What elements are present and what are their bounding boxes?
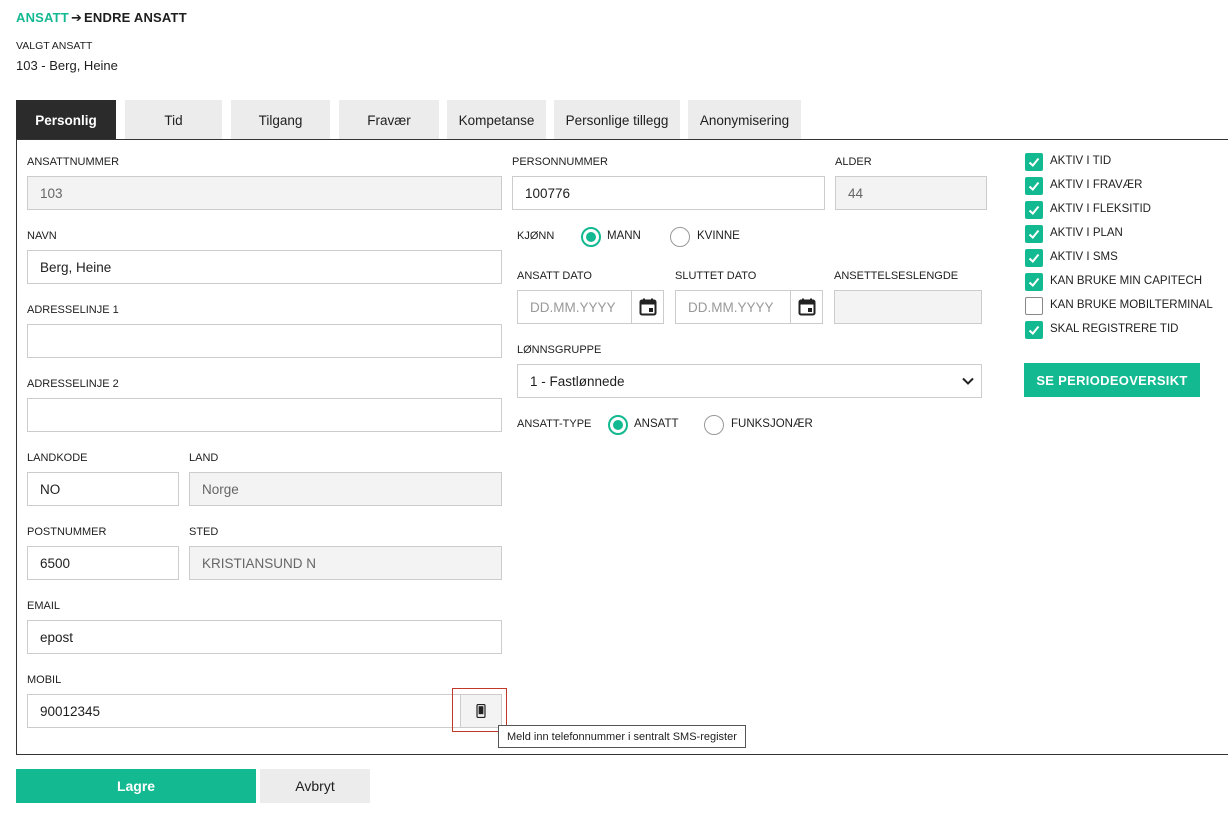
landkode-label: LANDKODE bbox=[27, 452, 88, 464]
checkbox[interactable] bbox=[1025, 297, 1043, 315]
checkbox-label[interactable]: AKTIV I FLEKSITID bbox=[1050, 203, 1151, 215]
sted-field[interactable]: KRISTIANSUND N bbox=[189, 546, 502, 580]
ansatt-dato-calendar-button[interactable] bbox=[631, 290, 664, 324]
postnummer-field[interactable]: 6500 bbox=[27, 546, 179, 580]
tab-personlig[interactable]: Personlig bbox=[16, 100, 116, 140]
tab-personlige-tillegg[interactable]: Personlige tillegg bbox=[554, 100, 680, 140]
mobil-label: MOBIL bbox=[27, 674, 62, 686]
checkmark-icon bbox=[1028, 277, 1040, 287]
tooltip: Meld inn telefonnummer i sentralt SMS-re… bbox=[498, 725, 746, 748]
checkbox-label[interactable]: KAN BRUKE MOBILTERMINAL bbox=[1050, 299, 1213, 311]
checkbox[interactable] bbox=[1025, 225, 1043, 243]
checkmark-icon bbox=[1028, 229, 1040, 239]
ansatt-type-ansatt-label[interactable]: ANSATT bbox=[634, 418, 679, 430]
kjonn-label: KJØNN bbox=[517, 230, 555, 242]
ansatt-dato-label: ANSATT DATO bbox=[517, 270, 592, 282]
checkmark-icon bbox=[1028, 253, 1040, 263]
tab-tilgang[interactable]: Tilgang bbox=[231, 100, 330, 140]
cancel-button[interactable]: Avbryt bbox=[260, 769, 370, 803]
tab-anonymisering[interactable]: Anonymisering bbox=[688, 100, 801, 140]
email-field[interactable]: epost bbox=[27, 620, 502, 654]
tab-fravaer[interactable]: Fravær bbox=[339, 100, 439, 140]
checkbox[interactable] bbox=[1025, 249, 1043, 267]
sluttet-dato-field[interactable]: DD.MM.YYYY bbox=[675, 290, 791, 324]
ansettelseslengde-label: ANSETTELSESLENGDE bbox=[834, 270, 959, 282]
ansattnummer-label: ANSATTNUMMER bbox=[27, 156, 120, 168]
breadcrumb-parent[interactable]: ANSATT bbox=[16, 10, 69, 25]
checkbox[interactable] bbox=[1025, 273, 1043, 291]
checkbox[interactable] bbox=[1025, 153, 1043, 171]
checkmark-icon bbox=[1028, 181, 1040, 191]
checkmark-icon bbox=[1028, 325, 1040, 335]
landkode-field[interactable]: NO bbox=[27, 472, 179, 506]
tab-tid[interactable]: Tid bbox=[125, 100, 222, 140]
selected-employee-label: VALGT ANSATT bbox=[16, 40, 93, 52]
kjonn-kvinne-label[interactable]: KVINNE bbox=[697, 230, 740, 242]
land-field[interactable]: Norge bbox=[189, 472, 502, 506]
checkbox-label[interactable]: KAN BRUKE MIN CAPITECH bbox=[1050, 275, 1202, 287]
email-label: EMAIL bbox=[27, 600, 61, 612]
chevron-down-icon bbox=[962, 377, 974, 385]
ansatt-type-label: ANSATT-TYPE bbox=[517, 418, 592, 430]
breadcrumb: ANSATT ➔ ENDRE ANSATT bbox=[16, 10, 187, 26]
selected-employee-value: 103 - Berg, Heine bbox=[16, 58, 118, 73]
breadcrumb-current: ENDRE ANSATT bbox=[84, 10, 187, 25]
adresse2-label: ADRESSELINJE 2 bbox=[27, 378, 119, 390]
checkbox[interactable] bbox=[1025, 321, 1043, 339]
calendar-icon bbox=[798, 298, 815, 316]
ansettelseslengde-field[interactable] bbox=[834, 290, 982, 324]
sluttet-dato-label: SLUTTET DATO bbox=[675, 270, 757, 282]
lonnsgruppe-select[interactable]: 1 - Fastlønnede bbox=[517, 364, 982, 398]
checkbox-label[interactable]: AKTIV I FRAVÆR bbox=[1050, 179, 1142, 191]
postnummer-label: POSTNUMMER bbox=[27, 526, 107, 538]
adresse1-field[interactable] bbox=[27, 324, 502, 358]
kjonn-mann-label[interactable]: MANN bbox=[607, 230, 641, 242]
sted-label: STED bbox=[189, 526, 219, 538]
adresse1-label: ADRESSELINJE 1 bbox=[27, 304, 119, 316]
save-button[interactable]: Lagre bbox=[16, 769, 256, 803]
personnummer-field[interactable]: 100776 bbox=[512, 176, 825, 210]
checkbox[interactable] bbox=[1025, 201, 1043, 219]
ansatt-type-ansatt-radio[interactable] bbox=[608, 415, 628, 435]
checkmark-icon bbox=[1028, 157, 1040, 167]
lonnsgruppe-label: LØNNSGRUPPE bbox=[517, 344, 602, 356]
checkbox-label[interactable]: SKAL REGISTRERE TID bbox=[1050, 323, 1178, 335]
tab-kompetanse[interactable]: Kompetanse bbox=[447, 100, 546, 140]
sluttet-dato-calendar-button[interactable] bbox=[790, 290, 823, 324]
checkbox-label[interactable]: AKTIV I PLAN bbox=[1050, 227, 1123, 239]
ansattnummer-field[interactable]: 103 bbox=[27, 176, 502, 210]
calendar-icon bbox=[639, 298, 656, 316]
land-label: LAND bbox=[189, 452, 219, 464]
ansatt-type-funksjonaer-radio[interactable] bbox=[704, 415, 724, 435]
checkbox[interactable] bbox=[1025, 177, 1043, 195]
adresse2-field[interactable] bbox=[27, 398, 502, 432]
kjonn-mann-radio[interactable] bbox=[581, 227, 601, 247]
alder-field[interactable]: 44 bbox=[835, 176, 987, 210]
lonnsgruppe-value: 1 - Fastlønnede bbox=[530, 373, 625, 389]
alder-label: ALDER bbox=[835, 156, 872, 168]
arrow-right-icon: ➔ bbox=[70, 10, 83, 25]
ansatt-dato-field[interactable]: DD.MM.YYYY bbox=[517, 290, 632, 324]
checkbox-label[interactable]: AKTIV I TID bbox=[1050, 155, 1111, 167]
navn-field[interactable]: Berg, Heine bbox=[27, 250, 502, 284]
kjonn-kvinne-radio[interactable] bbox=[670, 227, 690, 247]
checkmark-icon bbox=[1028, 205, 1040, 215]
period-overview-button[interactable]: SE PERIODEOVERSIKT bbox=[1024, 363, 1200, 397]
personnummer-label: PERSONNUMMER bbox=[512, 156, 608, 168]
checkbox-label[interactable]: AKTIV I SMS bbox=[1050, 251, 1118, 263]
navn-label: NAVN bbox=[27, 230, 57, 242]
mobil-field[interactable]: 90012345 bbox=[27, 694, 461, 728]
ansatt-type-funksjonaer-label[interactable]: FUNKSJONÆR bbox=[731, 418, 813, 430]
